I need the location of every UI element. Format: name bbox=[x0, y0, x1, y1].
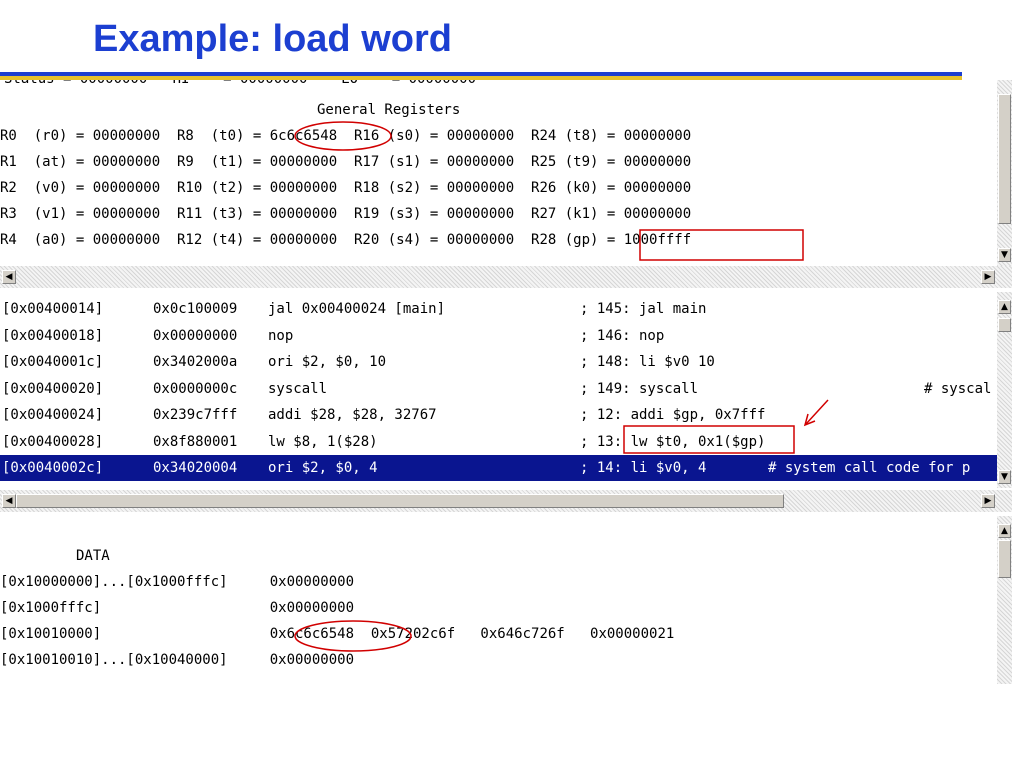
instr-text: ori $2, $0, 10 bbox=[268, 354, 387, 370]
data-row: [0x10000000]...[0x1000fffc] 0x00000000 bbox=[0, 574, 355, 590]
instr-address: [0x00400024] bbox=[2, 407, 104, 423]
instr-text: lw $8, 1($28) bbox=[268, 433, 378, 450]
instr-code: 0x00000000 bbox=[153, 327, 238, 344]
data-vscroll-thumb[interactable] bbox=[998, 540, 1011, 578]
scroll-down-arrow-icon[interactable]: ▼ bbox=[998, 470, 1011, 484]
text-segment-row[interactable]: [0x0040001c] 0x3402000a ori $2, $0, 10 ; 14… bbox=[0, 349, 997, 375]
instr-source: ; 145: jal main bbox=[580, 301, 707, 317]
status-line: Status = 00000000 HI = 00000000 LO = 000… bbox=[4, 80, 476, 93]
slide-title: Example: load word bbox=[93, 18, 452, 60]
instr-code: 0x0000000c bbox=[153, 380, 238, 397]
data-segment-pane[interactable]: DATA [0x10000000]...[0x1000fffc] 0x00000… bbox=[0, 516, 997, 684]
register-row: R1 (at) = 00000000 R9 (t1) = 00000000 R1… bbox=[0, 154, 692, 170]
instr-address: [0x00400028] bbox=[2, 433, 104, 450]
scroll-up-arrow-icon[interactable]: ▲ bbox=[998, 524, 1011, 538]
text-segment-row[interactable]: [0x00400020] 0x0000000c syscall ; 149: sysc… bbox=[0, 376, 997, 402]
register-row: R4 (a0) = 00000000 R12 (t4) = 00000000 R… bbox=[0, 232, 692, 248]
data-vscroll[interactable]: ▲ bbox=[997, 516, 1012, 684]
registers-vscroll-thumb[interactable] bbox=[998, 94, 1011, 224]
instr-code: 0x0c100009 bbox=[153, 301, 238, 317]
registers-vscroll[interactable]: ▼ bbox=[997, 80, 1012, 266]
instr-code: 0x8f880001 bbox=[153, 433, 238, 450]
data-heading: DATA bbox=[76, 548, 110, 564]
register-row: R2 (v0) = 00000000 R10 (t2) = 00000000 R… bbox=[0, 180, 692, 196]
instr-source: ; 149: syscall bbox=[580, 380, 699, 397]
text-segment-row[interactable]: [0x00400014] 0x0c100009 jal 0x00400024 [ma… bbox=[0, 296, 997, 322]
instr-source: ; 13: lw $t0, 0x1($gp) bbox=[580, 433, 766, 450]
register-row: R0 (r0) = 00000000 R8 (t0) = 6c6c6548 R1… bbox=[0, 128, 692, 144]
scroll-right-arrow-icon[interactable]: ▶ bbox=[981, 494, 995, 508]
data-row: [0x10010010]...[0x10040000] 0x00000000 bbox=[0, 652, 355, 668]
text-vscroll-thumb[interactable] bbox=[998, 318, 1011, 332]
registers-hscroll[interactable]: ◀ ▶ bbox=[0, 266, 997, 288]
scroll-up-arrow-icon[interactable]: ▲ bbox=[998, 300, 1011, 314]
instr-text: syscall bbox=[268, 380, 328, 397]
text-vscroll[interactable]: ▲ ▼ bbox=[997, 292, 1012, 488]
text-segment-row[interactable]: [0x00400024] 0x239c7fff addi $28, $28, 327… bbox=[0, 402, 997, 428]
instr-code: 0x3402000a bbox=[153, 354, 238, 370]
instr-comment: # syscal bbox=[924, 380, 992, 397]
instr-code: 0x34020004 bbox=[153, 460, 238, 476]
instr-text: nop bbox=[268, 327, 294, 344]
instr-address: [0x0040002c] bbox=[2, 460, 104, 476]
text-hscroll-thumb[interactable] bbox=[16, 494, 784, 508]
scroll-left-arrow-icon[interactable]: ◀ bbox=[2, 494, 16, 508]
text-segment-row[interactable]: [0x00400018] 0x00000000 nop ; 146: nop bbox=[0, 323, 997, 349]
scroll-left-arrow-icon[interactable]: ◀ bbox=[2, 270, 16, 284]
text-hscroll[interactable]: ◀ ▶ bbox=[0, 490, 997, 512]
instr-text: jal 0x00400024 [main] bbox=[268, 301, 446, 317]
instr-address: [0x0040001c] bbox=[2, 354, 104, 370]
scroll-down-arrow-icon[interactable]: ▼ bbox=[998, 248, 1011, 262]
registers-heading: General Registers bbox=[317, 102, 461, 118]
instr-code: 0x239c7fff bbox=[153, 407, 238, 423]
registers-pane[interactable]: Status = 00000000 HI = 00000000 LO = 000… bbox=[0, 80, 997, 266]
text-segment-row[interactable]: [0x00400028] 0x8f880001 lw $8, 1($28) ; 13:… bbox=[0, 429, 997, 455]
registers-hscroll-corner bbox=[997, 266, 1012, 288]
text-hscroll-corner bbox=[997, 490, 1012, 512]
instr-text: addi $28, $28, 32767 bbox=[268, 407, 437, 423]
instr-address: [0x00400020] bbox=[2, 380, 104, 397]
instr-comment: # system call code for p bbox=[768, 460, 971, 476]
text-segment-pane[interactable]: [0x00400014] 0x0c100009 jal 0x00400024 [ma… bbox=[0, 292, 997, 488]
text-segment-row[interactable]: [0x0040002c] 0x34020004 ori $2, $0, 4 ; 14:… bbox=[0, 455, 997, 481]
instr-source: ; 14: li $v0, 4 bbox=[580, 460, 707, 476]
data-row: [0x1000fffc] 0x00000000 bbox=[0, 600, 355, 616]
instr-source: ; 12: addi $gp, 0x7fff bbox=[580, 407, 766, 423]
instr-address: [0x00400014] bbox=[2, 301, 104, 317]
instr-source: ; 146: nop bbox=[580, 327, 665, 344]
instr-text: ori $2, $0, 4 bbox=[268, 460, 378, 476]
instr-address: [0x00400018] bbox=[2, 327, 104, 344]
scroll-right-arrow-icon[interactable]: ▶ bbox=[981, 270, 995, 284]
instr-source: ; 148: li $v0 10 bbox=[580, 354, 715, 370]
register-row: R3 (v1) = 00000000 R11 (t3) = 00000000 R… bbox=[0, 206, 692, 222]
data-row: [0x10010000] 0x6c6c6548 0x57202c6f 0x646… bbox=[0, 626, 675, 642]
